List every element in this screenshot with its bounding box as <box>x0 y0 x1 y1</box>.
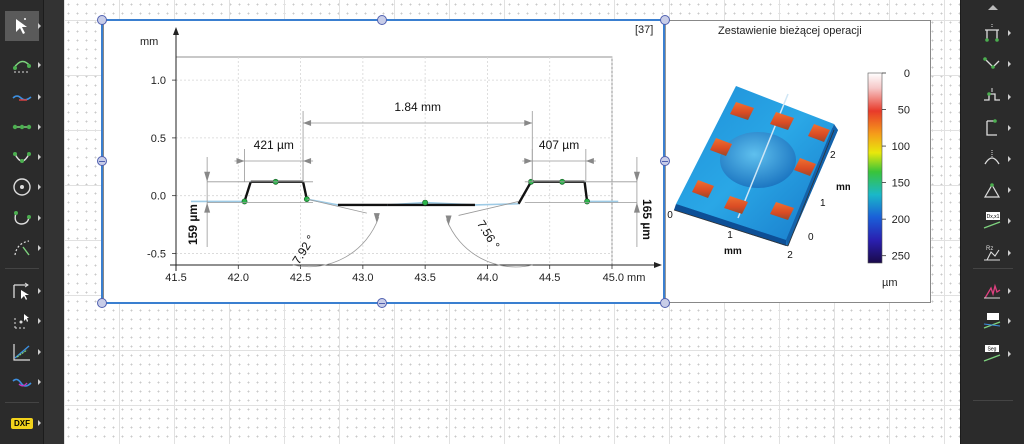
surface-y-axis-label: mm <box>836 182 850 193</box>
resize-handle-top-middle[interactable] <box>377 15 387 25</box>
peak-icon <box>984 150 1000 165</box>
roughness-tool[interactable]: Dx,x1 <box>975 206 1011 236</box>
area-tool[interactable]: Rz <box>975 238 1011 268</box>
distance-tool[interactable] <box>5 276 41 306</box>
step-icon <box>984 88 1000 101</box>
chevron-up-icon <box>987 4 998 10</box>
colorbar-tick-label: 100 <box>892 141 910 153</box>
circle-icon <box>13 178 31 196</box>
colorbar: 0 50 100 150 200 250 µm <box>867 68 910 289</box>
colorbar-tick-label: 200 <box>892 214 910 226</box>
cursor-arrow-icon <box>16 18 27 34</box>
resize-handle-bottom-middle[interactable] <box>377 298 387 308</box>
segment-label-tool[interactable]: Seg <box>975 339 1011 369</box>
left-gutter <box>44 0 64 444</box>
peak-tool[interactable] <box>975 144 1011 174</box>
angle-icon <box>983 57 1000 69</box>
profile-compare-icon <box>983 313 1001 329</box>
colorbar-tick-label: 250 <box>892 251 910 263</box>
right-toolbar: Dx,x1 Rz Seg <box>960 0 1024 444</box>
arc-three-point-tool[interactable] <box>5 142 41 172</box>
surface-x-tick-label: 1 <box>727 230 733 241</box>
app-window: DXF 41.5 42.0 42.5 43.0 43.5 44.0 44.5 45.0 mm 1… <box>0 0 1024 444</box>
parameter-chart-tool[interactable] <box>975 276 1011 306</box>
colorbar-tick-label: 0 <box>904 68 910 80</box>
area-icon: Rz <box>984 246 1000 261</box>
triangle-angle-icon <box>983 183 1001 198</box>
colorbar-tick-label: 50 <box>898 105 910 117</box>
dxf-icon: DXF <box>11 417 33 429</box>
surface-x-tick-label: 2 <box>787 250 793 261</box>
profile-line-tool[interactable] <box>5 82 41 112</box>
resize-handle-top-left[interactable] <box>97 15 107 25</box>
left-toolbar: DXF <box>0 0 44 444</box>
step-height-icon <box>985 24 999 42</box>
surface-axes: 0 1 2 mm 0 1 2 mm <box>667 150 850 261</box>
segment-tool[interactable] <box>5 112 41 142</box>
resize-handle-bottom-left[interactable] <box>97 298 107 308</box>
fit-arc-tool[interactable] <box>5 233 41 263</box>
point-distance-tool[interactable] <box>5 306 41 336</box>
curve-tool[interactable] <box>5 203 41 233</box>
point-distance-icon <box>14 314 29 329</box>
pointer-select-tool[interactable] <box>5 11 41 41</box>
colorbar-unit-label: µm <box>882 277 898 289</box>
arc-points-icon <box>13 152 31 163</box>
wave-icon <box>12 378 32 387</box>
dashed-arc-icon <box>14 240 30 256</box>
surface-title: Zestawienie bieżącej operacji <box>718 25 862 37</box>
surface-x-axis-label: mm <box>724 246 742 257</box>
resize-handle-top-right[interactable] <box>660 15 670 25</box>
surface-y-tick-label: 0 <box>808 232 814 243</box>
surface-x-tick-label: 0 <box>667 210 673 221</box>
segment-label-icon: Seg <box>983 345 1001 362</box>
dxf-export-tool[interactable]: DXF <box>5 408 41 438</box>
segment-icon <box>12 124 32 130</box>
surface-y-tick-label: 1 <box>820 198 826 209</box>
wave-line-icon <box>12 95 32 101</box>
parameter-chart-icon <box>984 283 1001 299</box>
arc-fit-tool[interactable] <box>5 50 41 80</box>
toolbar-scroll-up[interactable] <box>961 0 1024 14</box>
bracket-icon <box>986 119 997 136</box>
surface-y-tick-label: 2 <box>830 150 836 161</box>
triangle-angle-tool[interactable] <box>975 175 1011 205</box>
curve-icon <box>14 211 31 225</box>
resize-handle-middle-left[interactable] <box>97 156 107 166</box>
bracket-tool[interactable] <box>975 113 1011 143</box>
graph-icon <box>13 344 30 361</box>
svg-text:Rz: Rz <box>986 246 993 252</box>
graph-tool[interactable] <box>5 337 41 367</box>
selection-box[interactable] <box>101 19 665 304</box>
svg-text:Dx,x1: Dx,x1 <box>987 214 1000 220</box>
resize-handle-bottom-right[interactable] <box>660 298 670 308</box>
step-tool[interactable] <box>975 82 1011 112</box>
distance-arrows-icon <box>13 282 29 300</box>
svg-text:Seg: Seg <box>988 347 997 353</box>
circle-tool[interactable] <box>5 172 41 202</box>
profile-compare-tool[interactable] <box>975 306 1011 336</box>
angle-tool[interactable] <box>975 49 1011 79</box>
arc-icon <box>13 60 31 73</box>
step-height-tool[interactable] <box>975 18 1011 48</box>
roughness-icon: Dx,x1 <box>983 212 1001 229</box>
wave-tool[interactable] <box>5 367 41 397</box>
colorbar-tick-label: 150 <box>892 178 910 190</box>
